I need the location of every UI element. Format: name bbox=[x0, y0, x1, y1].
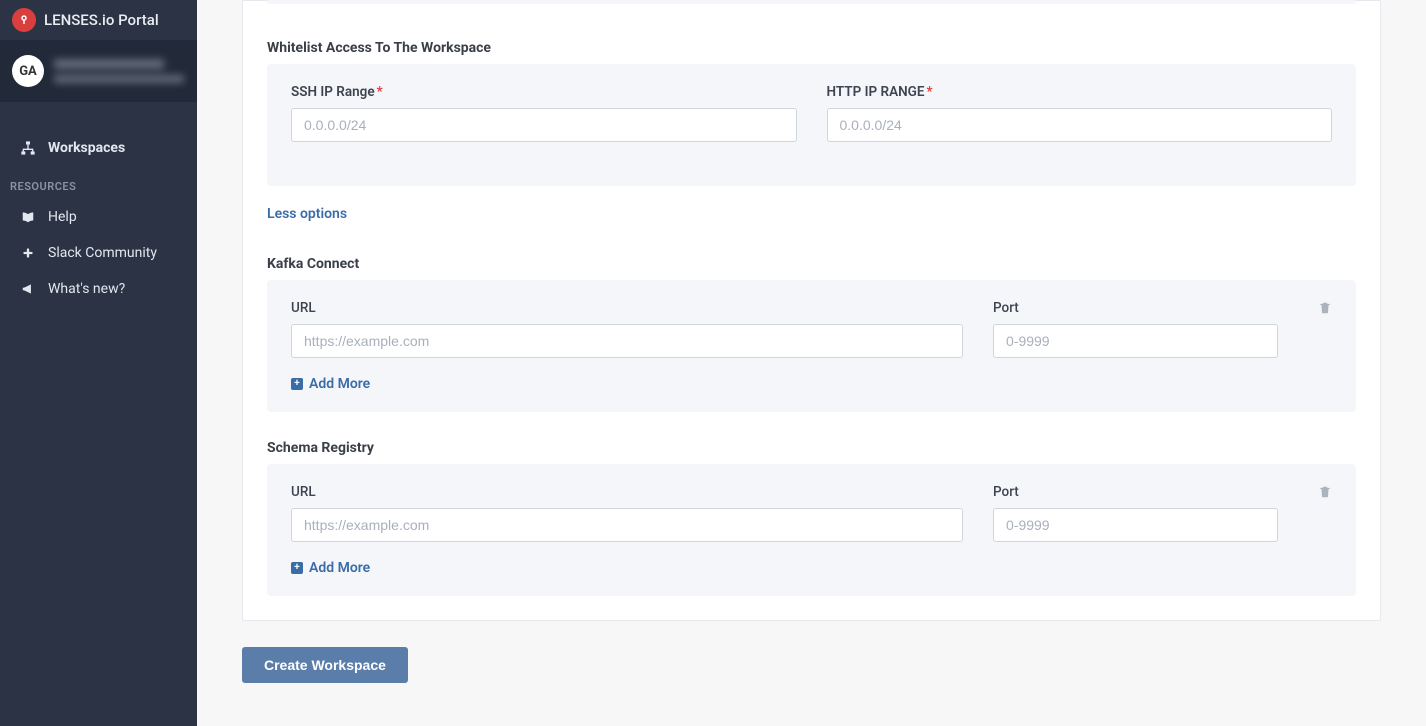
sidebar-item-label: Workspaces bbox=[48, 140, 125, 156]
kafka-port-input[interactable] bbox=[993, 324, 1278, 358]
section-title-schema: Schema Registry bbox=[267, 440, 1356, 456]
user-block[interactable]: GA bbox=[0, 40, 197, 102]
user-info-blurred bbox=[54, 59, 184, 83]
brand-logo-icon bbox=[12, 8, 36, 32]
section-title-whitelist: Whitelist Access To The Workspace bbox=[267, 40, 1356, 56]
brand[interactable]: LENSES.io Portal bbox=[0, 0, 197, 40]
section-title-kafka: Kafka Connect bbox=[267, 256, 1356, 272]
trash-icon[interactable] bbox=[1318, 300, 1332, 320]
sidebar-item-workspaces[interactable]: Workspaces bbox=[0, 130, 197, 166]
kafka-url-label: URL bbox=[291, 300, 963, 316]
schema-add-more[interactable]: + Add More bbox=[291, 560, 370, 576]
ssh-ip-label: SSH IP Range* bbox=[291, 84, 797, 100]
kafka-add-more[interactable]: + Add More bbox=[291, 376, 370, 392]
bullhorn-icon bbox=[20, 282, 36, 296]
schema-block: URL Port + Add More bbox=[267, 464, 1356, 596]
plus-icon: + bbox=[291, 562, 303, 574]
kafka-port-label: Port bbox=[993, 300, 1278, 316]
sidebar-item-label: Help bbox=[48, 209, 77, 225]
schema-url-input[interactable] bbox=[291, 508, 963, 542]
book-icon bbox=[20, 210, 36, 224]
main-content: Whitelist Access To The Workspace SSH IP… bbox=[197, 0, 1426, 726]
sidebar: LENSES.io Portal GA Workspaces RESOURCES… bbox=[0, 0, 197, 726]
create-workspace-button[interactable]: Create Workspace bbox=[242, 647, 408, 683]
sitemap-icon bbox=[20, 140, 36, 156]
slack-icon bbox=[20, 246, 36, 260]
schema-port-input[interactable] bbox=[993, 508, 1278, 542]
sidebar-item-help[interactable]: Help bbox=[0, 199, 197, 235]
sidebar-item-label: What's new? bbox=[48, 281, 125, 297]
avatar: GA bbox=[12, 55, 44, 87]
sidebar-item-whatsnew[interactable]: What's new? bbox=[0, 271, 197, 307]
less-options-link[interactable]: Less options bbox=[267, 206, 347, 222]
schema-port-label: Port bbox=[993, 484, 1278, 500]
sidebar-item-label: Slack Community bbox=[48, 245, 157, 261]
ssh-ip-input[interactable] bbox=[291, 108, 797, 142]
kafka-url-input[interactable] bbox=[291, 324, 963, 358]
kafka-block: URL Port + Add More bbox=[267, 280, 1356, 412]
http-ip-input[interactable] bbox=[827, 108, 1333, 142]
http-ip-label: HTTP IP RANGE* bbox=[827, 84, 1333, 100]
sidebar-section-resources: RESOURCES bbox=[0, 166, 197, 199]
plus-icon: + bbox=[291, 378, 303, 390]
trash-icon[interactable] bbox=[1318, 484, 1332, 504]
form-card: Whitelist Access To The Workspace SSH IP… bbox=[242, 0, 1381, 621]
brand-title: LENSES.io Portal bbox=[44, 11, 159, 29]
whitelist-block: SSH IP Range* HTTP IP RANGE* bbox=[267, 64, 1356, 186]
sidebar-item-slack[interactable]: Slack Community bbox=[0, 235, 197, 271]
schema-url-label: URL bbox=[291, 484, 963, 500]
